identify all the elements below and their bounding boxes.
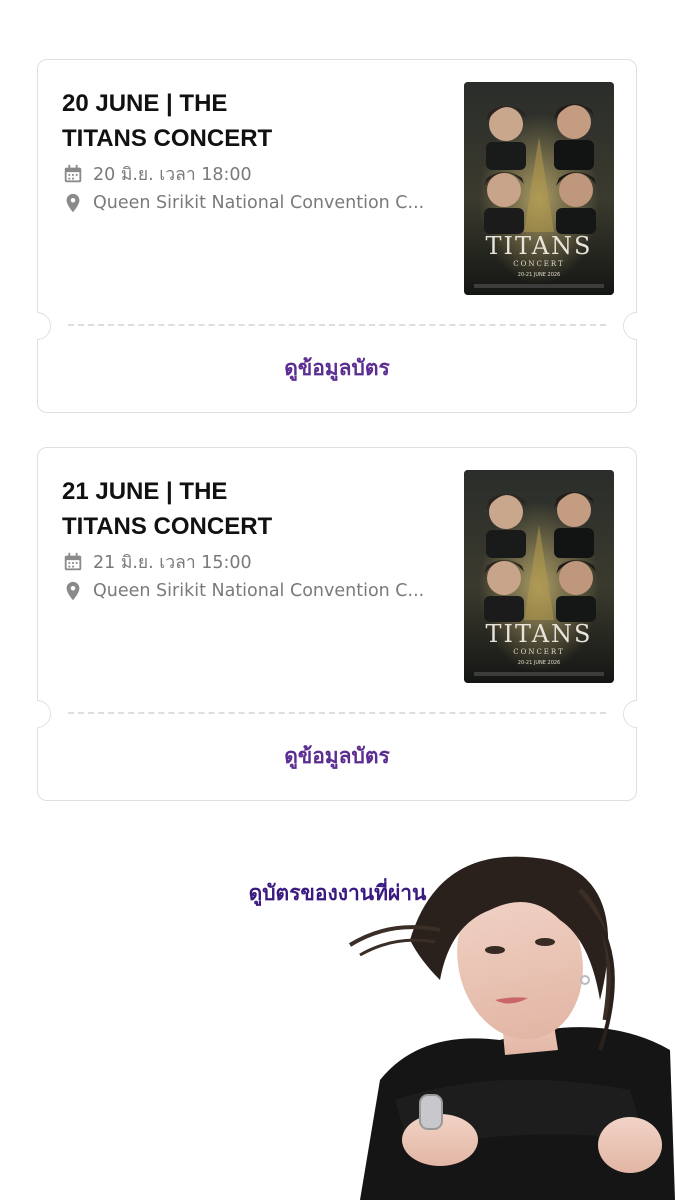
ticket-divider <box>68 324 606 326</box>
calendar-icon <box>64 552 82 571</box>
poster-title-text: TITANS <box>486 232 593 260</box>
event-title-line1: 21 JUNE | THE <box>62 478 228 505</box>
ticket-notch-right <box>623 700 637 728</box>
ticket-notch-right <box>623 312 637 340</box>
location-pin-icon <box>66 193 80 213</box>
view-ticket-info-button[interactable]: ดูข้อมูลบัตร <box>38 352 636 385</box>
calendar-icon <box>64 164 82 183</box>
ticket-notch-left <box>37 700 51 728</box>
view-ticket-info-button[interactable]: ดูข้อมูลบัตร <box>38 740 636 773</box>
event-venue-text: Queen Sirikit National Convention C... <box>93 581 425 601</box>
ticket-divider <box>68 712 606 714</box>
event-title-line1: 20 JUNE | THE <box>62 90 228 117</box>
poster-subtitle-text: CONCERT <box>513 260 565 268</box>
poster-title-text: TITANS <box>486 620 593 648</box>
ticket-notch-left <box>37 312 51 340</box>
event-title-line2: TITANS CONCERT <box>62 125 273 152</box>
ticket-card: 20 JUNE | THE TITANS CONCERT 20 มิ.ย. เว… <box>37 59 637 413</box>
event-venue: Queen Sirikit National Convention C... <box>62 192 442 214</box>
event-poster[interactable]: TITANS CONCERT 20-21 JUNE 2026 <box>464 82 614 295</box>
event-venue: Queen Sirikit National Convention C... <box>62 580 442 602</box>
event-date-text: 20 มิ.ย. เวลา 18:00 <box>93 165 252 185</box>
poster-date-text: 20-21 JUNE 2026 <box>518 660 560 666</box>
event-title-line2: TITANS CONCERT <box>62 513 273 540</box>
event-venue-text: Queen Sirikit National Convention C... <box>93 193 425 213</box>
poster-subtitle-text: CONCERT <box>513 648 565 656</box>
poster-date-text: 20-21 JUNE 2026 <box>518 272 560 278</box>
event-date: 20 มิ.ย. เวลา 18:00 <box>62 160 442 188</box>
event-date: 21 มิ.ย. เวลา 15:00 <box>62 548 442 576</box>
event-title: 21 JUNE | THE TITANS CONCERT <box>62 474 362 544</box>
ticket-card: 21 JUNE | THE TITANS CONCERT 21 มิ.ย. เว… <box>37 447 637 801</box>
event-poster[interactable]: TITANS CONCERT 20-21 JUNE 2026 <box>464 470 614 683</box>
event-date-text: 21 มิ.ย. เวลา 15:00 <box>93 553 252 573</box>
event-title: 20 JUNE | THE TITANS CONCERT <box>62 86 362 156</box>
location-pin-icon <box>66 581 80 601</box>
person-sticker-image <box>348 856 675 1200</box>
